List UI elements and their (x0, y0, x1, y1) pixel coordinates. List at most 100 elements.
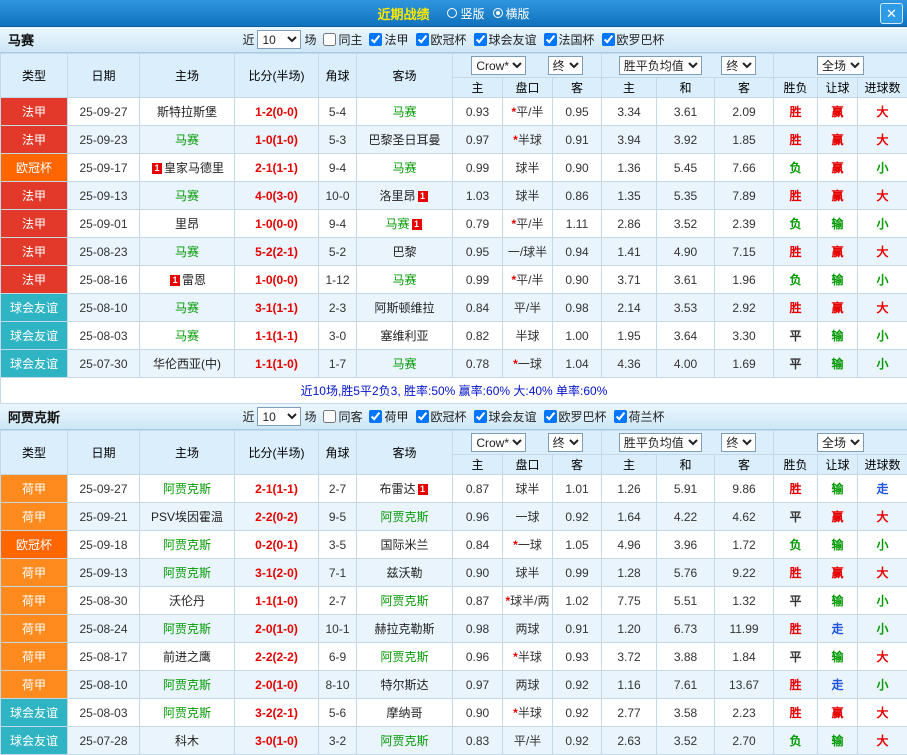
team-label: 阿贾克斯 (163, 678, 211, 692)
away-team-cell: 巴黎 (357, 238, 453, 266)
draw-odds-cell: 5.45 (657, 154, 715, 182)
team-label: 特尔斯达 (380, 678, 428, 692)
vertical-layout-radio[interactable] (447, 8, 457, 18)
result-cell: 胜 (774, 98, 818, 126)
handicap-cell: 平/半 (503, 727, 553, 755)
goals-result-cell: 小 (858, 350, 907, 378)
red-card-badge: 1 (418, 484, 428, 495)
draw-odds-cell: 3.52 (657, 727, 715, 755)
filter-法国杯[interactable]: 法国杯 (544, 31, 595, 48)
close-icon[interactable]: ✕ (880, 3, 903, 24)
lose-odds-cell: 7.15 (715, 238, 774, 266)
filter-checkbox[interactable] (602, 33, 615, 46)
avg-select[interactable]: 胜平负均值 (619, 433, 702, 452)
home-team-cell: 马赛 (140, 126, 235, 154)
corner-cell: 9-5 (319, 503, 357, 531)
col-away: 客场 (357, 431, 453, 475)
filter-欧冠杯[interactable]: 欧冠杯 (416, 408, 467, 425)
matches-label: 场 (304, 408, 316, 425)
win-odds-cell: 1.36 (602, 154, 657, 182)
col-date: 日期 (68, 431, 140, 475)
filter-checkbox[interactable] (416, 33, 429, 46)
lose-odds-cell: 7.66 (715, 154, 774, 182)
live-handicap-star: * (511, 105, 516, 119)
date-cell: 25-08-17 (68, 643, 140, 671)
horizontal-layout-radio[interactable] (493, 8, 503, 18)
lose-odds-cell: 1.85 (715, 126, 774, 154)
filter-欧罗巴杯[interactable]: 欧罗巴杯 (544, 408, 607, 425)
bookmaker-select[interactable]: Crow* (471, 433, 526, 452)
avg-final-select[interactable]: 终 (721, 433, 756, 452)
handicap-away-odds-cell: 1.11 (553, 210, 602, 238)
handicap-final-select[interactable]: 终 (548, 433, 583, 452)
filter-checkbox[interactable] (369, 410, 382, 423)
filter-checkbox[interactable] (474, 410, 487, 423)
handicap-result-cell: 赢 (818, 98, 858, 126)
draw-odds-cell: 3.52 (657, 210, 715, 238)
away-team-cell: 阿贾克斯 (357, 727, 453, 755)
filter-欧罗巴杯[interactable]: 欧罗巴杯 (602, 31, 665, 48)
filter-checkbox[interactable] (614, 410, 627, 423)
handicap-away-odds-cell: 0.92 (553, 503, 602, 531)
match-count-select[interactable]: 10 (257, 407, 301, 426)
handicap-final-select[interactable]: 终 (548, 56, 583, 75)
bookmaker-select[interactable]: Crow* (471, 56, 526, 75)
filter-checkbox[interactable] (323, 410, 336, 423)
scope-select[interactable]: 全场 (817, 433, 864, 452)
goals-result-cell: 大 (858, 699, 907, 727)
handicap-result-cell: 输 (818, 210, 858, 238)
horizontal-layout-label[interactable]: 横版 (506, 5, 530, 22)
vertical-layout-label[interactable]: 竖版 (460, 5, 484, 22)
team-label: 塞维利亚 (380, 329, 428, 343)
league-type-cell: 球会友谊 (1, 322, 68, 350)
col-result: 胜负 (774, 455, 818, 475)
handicap-away-odds-cell: 0.93 (553, 643, 602, 671)
filter-球会友谊[interactable]: 球会友谊 (474, 31, 537, 48)
league-filter-list: 同主法甲欧冠杯球会友谊法国杯欧罗巴杯 (316, 31, 664, 48)
results-table: 类型 日期 主场 比分(半场) 角球 客场 Crow* 终 胜平负均值 终 (0, 430, 907, 755)
match-count-select[interactable]: 10 (257, 30, 301, 49)
filter-欧冠杯[interactable]: 欧冠杯 (416, 31, 467, 48)
corner-cell: 5-4 (319, 98, 357, 126)
team-label: 阿贾克斯 (163, 566, 211, 580)
away-team-cell: 赫拉克勒斯 (357, 615, 453, 643)
filter-同主[interactable]: 同主 (323, 31, 362, 48)
handicap-cell: 球半 (503, 182, 553, 210)
col-goals: 进球数 (858, 455, 907, 475)
handicap-result-cell: 输 (818, 643, 858, 671)
date-cell: 25-09-23 (68, 126, 140, 154)
league-type-cell: 球会友谊 (1, 350, 68, 378)
handicap-home-odds-cell: 1.03 (453, 182, 503, 210)
avg-final-select[interactable]: 终 (721, 56, 756, 75)
goals-result-cell: 大 (858, 182, 907, 210)
filter-checkbox[interactable] (544, 410, 557, 423)
team-name: 阿贾克斯 (8, 407, 60, 426)
filter-checkbox[interactable] (544, 33, 557, 46)
filter-checkbox[interactable] (416, 410, 429, 423)
filter-球会友谊[interactable]: 球会友谊 (474, 408, 537, 425)
filter-法甲[interactable]: 法甲 (369, 31, 408, 48)
handicap-away-odds-cell: 0.90 (553, 154, 602, 182)
team-section-marseille: 马赛 近 10 场 同主法甲欧冠杯球会友谊法国杯欧罗巴杯 类型 日期 主场 比分… (0, 27, 907, 404)
filter-checkbox[interactable] (323, 33, 336, 46)
filter-checkbox[interactable] (474, 33, 487, 46)
league-type-cell: 欧冠杯 (1, 531, 68, 559)
filter-荷兰杯[interactable]: 荷兰杯 (614, 408, 665, 425)
results-body: 法甲25-09-27斯特拉斯堡1-2(0-0)5-4马赛0.93*平/半0.95… (1, 98, 907, 378)
avg-select[interactable]: 胜平负均值 (619, 56, 702, 75)
away-team-cell: 国际米兰 (357, 531, 453, 559)
near-label: 近 (242, 31, 254, 48)
filter-checkbox[interactable] (369, 33, 382, 46)
team-label: 雷恩 (182, 273, 206, 287)
col-draw: 和 (657, 455, 715, 475)
goals-result-cell: 小 (858, 587, 907, 615)
col-lose: 客 (715, 78, 774, 98)
lose-odds-cell: 2.92 (715, 294, 774, 322)
win-odds-cell: 2.14 (602, 294, 657, 322)
scope-header: 全场 (774, 54, 907, 78)
date-cell: 25-09-21 (68, 503, 140, 531)
filter-同客[interactable]: 同客 (323, 408, 362, 425)
scope-select[interactable]: 全场 (817, 56, 864, 75)
filter-荷甲[interactable]: 荷甲 (369, 408, 408, 425)
col-handicap-result: 让球 (818, 455, 858, 475)
